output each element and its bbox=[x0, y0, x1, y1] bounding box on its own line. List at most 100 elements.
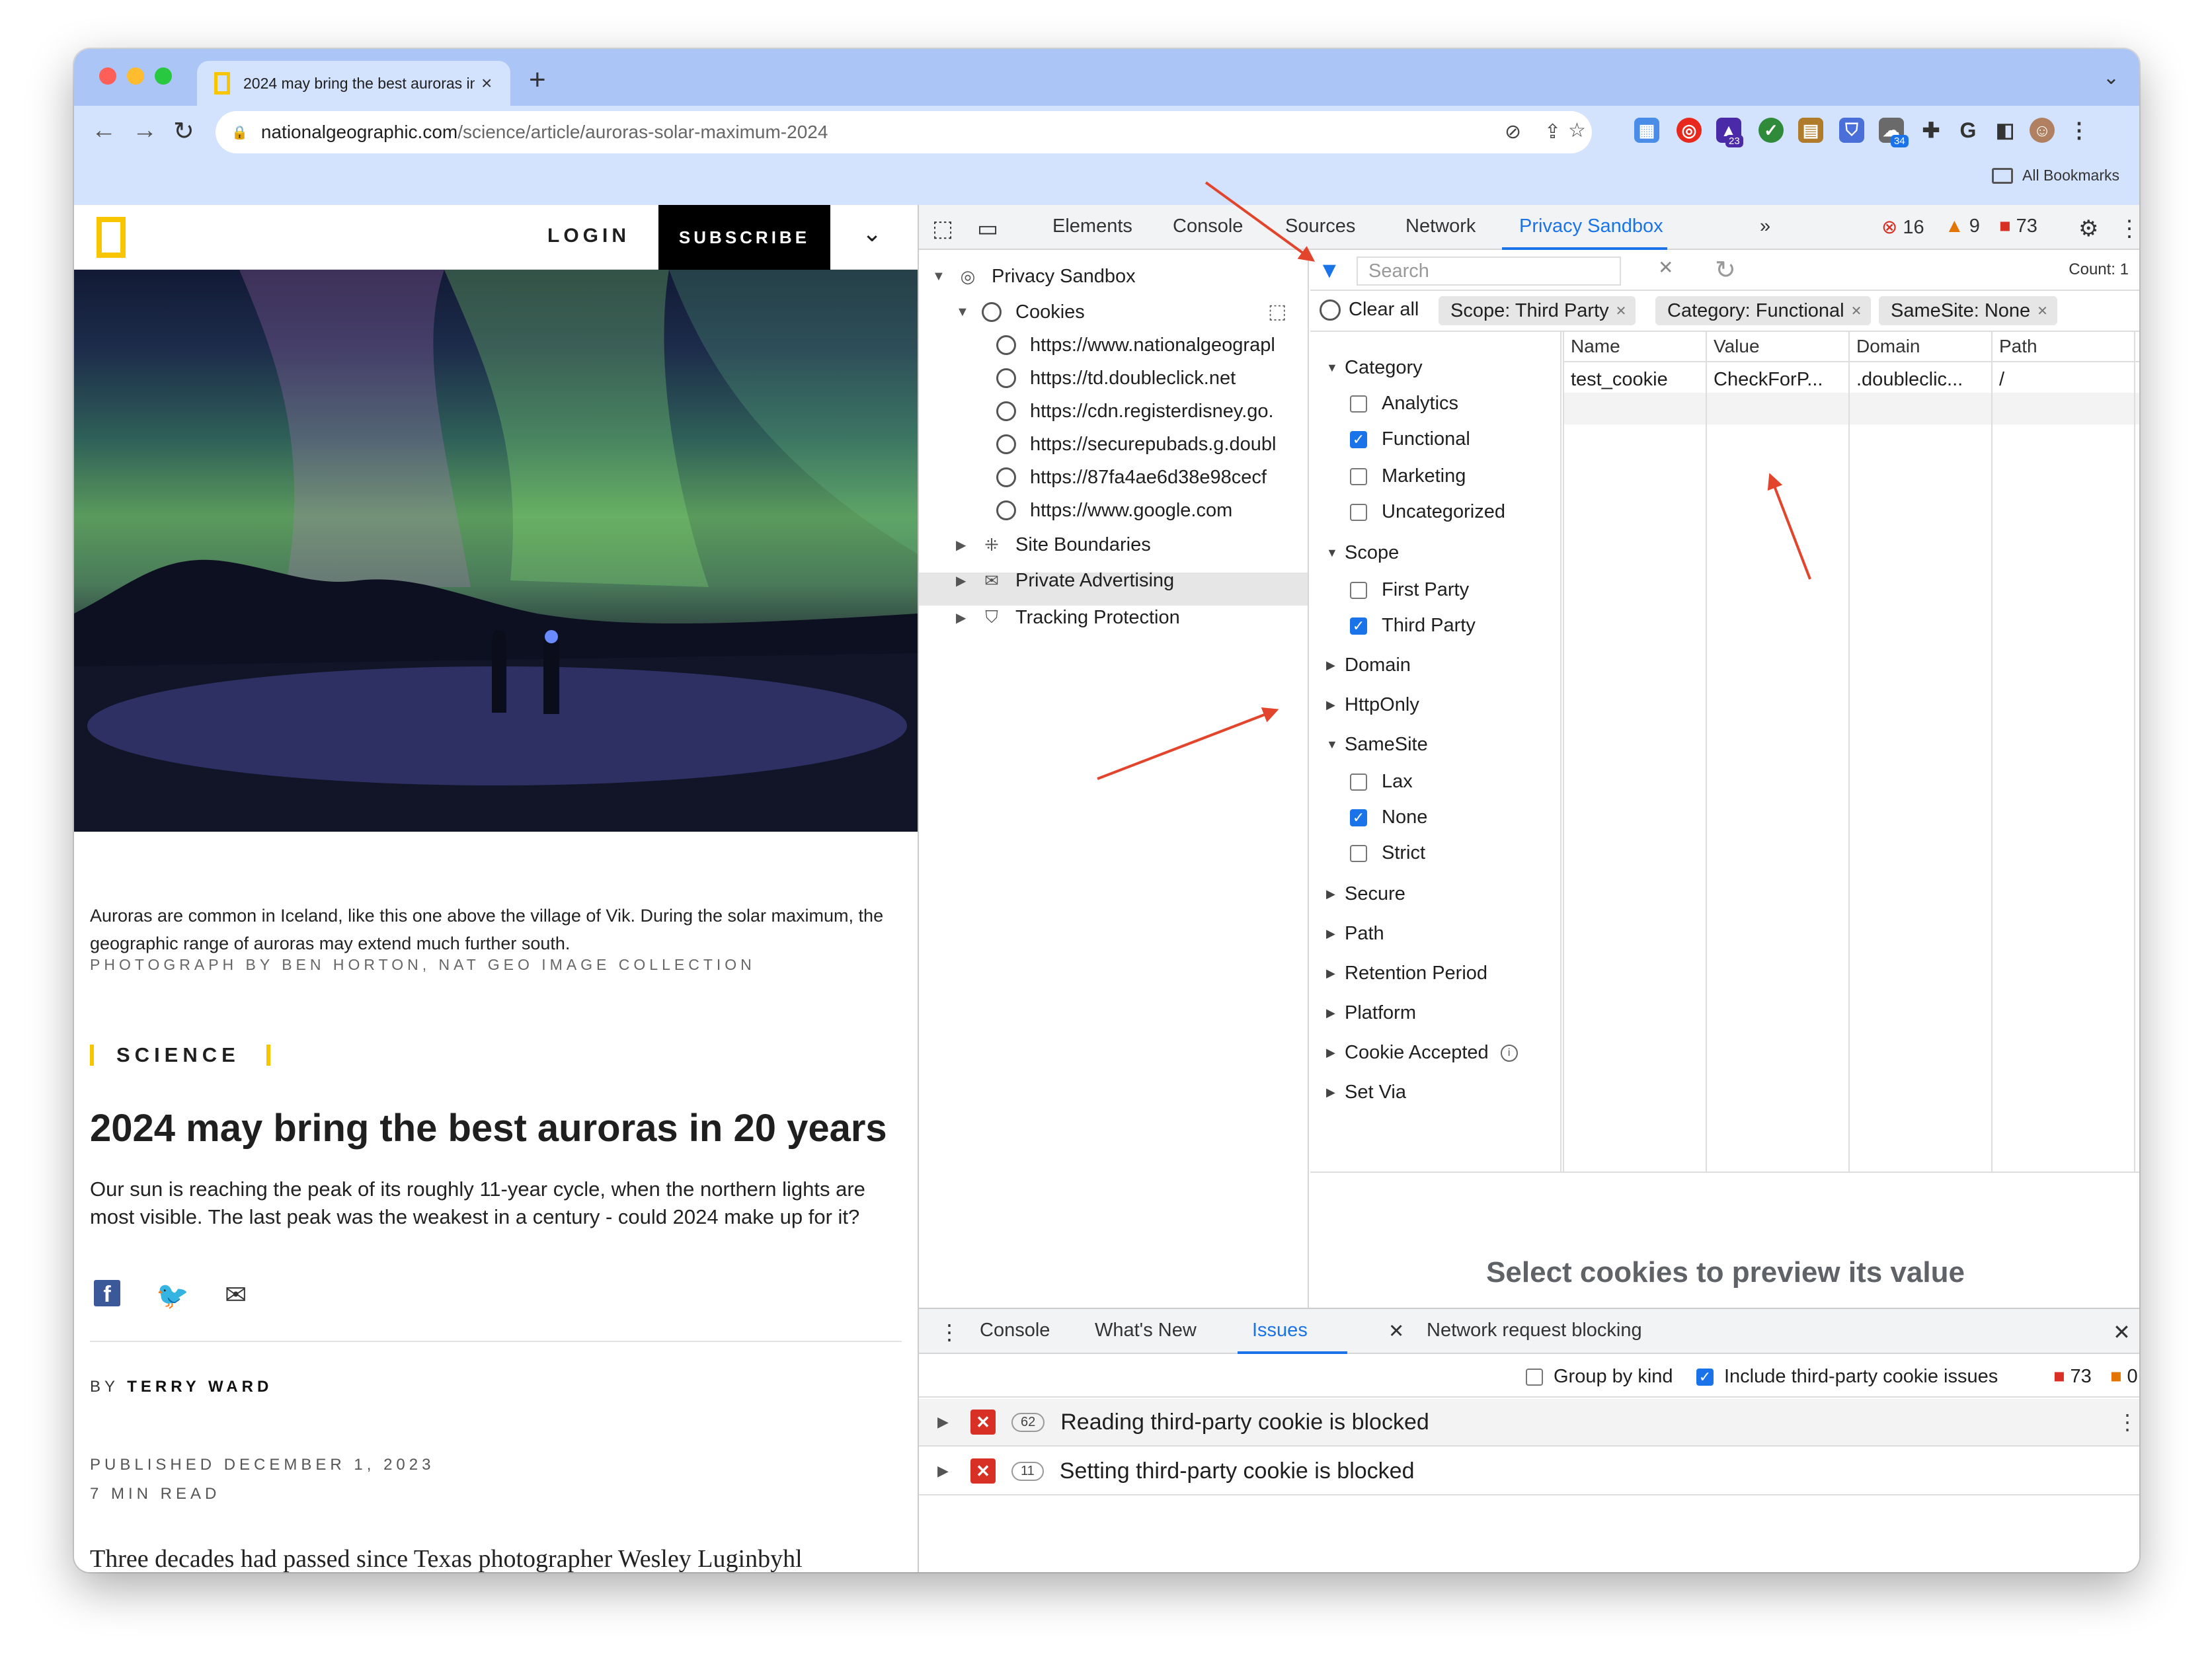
bookmark-star-icon[interactable]: ☆ bbox=[1568, 119, 1586, 142]
clear-search-icon[interactable]: ✕ bbox=[1658, 257, 1673, 278]
column-header-domain[interactable]: Domain bbox=[1856, 336, 1920, 357]
checkbox-checked[interactable]: ✓ bbox=[1696, 1368, 1714, 1386]
column-header-path[interactable]: Path bbox=[1999, 336, 2037, 357]
tree-item-private-advertising[interactable]: ▶ ✉ Private Advertising bbox=[956, 569, 1174, 592]
drawer-tab-issues[interactable]: Issues bbox=[1252, 1320, 1308, 1341]
facet-third-party[interactable]: ✓ Third Party bbox=[1350, 615, 1476, 637]
section-kicker[interactable]: SCIENCE bbox=[90, 1043, 270, 1067]
facet-uncategorized[interactable]: Uncategorized bbox=[1350, 501, 1505, 523]
email-icon[interactable]: ✉ bbox=[225, 1280, 247, 1311]
checkbox[interactable] bbox=[1350, 395, 1367, 413]
facet-httponly-header[interactable]: ▶ HttpOnly bbox=[1326, 694, 1419, 716]
tree-item-origin[interactable]: https://87fa4ae6d38e98cecf bbox=[994, 465, 1305, 489]
issue-row[interactable]: ▶ ✕ 11 Setting third-party cookie is blo… bbox=[919, 1448, 2139, 1495]
facet-samesite-header[interactable]: ▼ SameSite bbox=[1326, 734, 1428, 756]
tree-item-tracking-protection[interactable]: ▶ ⛉ Tracking Protection bbox=[956, 606, 1180, 629]
profile-avatar[interactable]: ☺ bbox=[2030, 118, 2055, 143]
checkbox[interactable] bbox=[1350, 503, 1367, 521]
twitter-icon[interactable]: 🐦 bbox=[156, 1280, 189, 1311]
facet-secure-header[interactable]: ▶ Secure bbox=[1326, 883, 1405, 905]
chip-remove-icon[interactable]: ✕ bbox=[2037, 303, 2048, 319]
facebook-icon[interactable]: f bbox=[94, 1280, 120, 1307]
filter-chip-scope[interactable]: Scope: Third Party ✕ bbox=[1439, 296, 1636, 325]
tree-item-origin[interactable]: https://cdn.registerdisney.go. bbox=[994, 399, 1305, 423]
section-label[interactable]: SCIENCE bbox=[116, 1043, 240, 1067]
all-bookmarks-button[interactable]: All Bookmarks bbox=[1992, 167, 2119, 184]
facet-domain-header[interactable]: ▶ Domain bbox=[1326, 655, 1411, 676]
tab-close-icon[interactable]: × bbox=[481, 73, 492, 94]
filter-chip-category[interactable]: Category: Functional ✕ bbox=[1655, 296, 1872, 325]
inspect-element-icon[interactable]: ⬚ bbox=[932, 216, 953, 242]
tab-sources[interactable]: Sources bbox=[1285, 216, 1355, 237]
natgeo-logo[interactable] bbox=[97, 217, 126, 258]
inspect-cookie-icon[interactable]: ⬚ bbox=[1268, 300, 1286, 323]
reload-icon[interactable]: ↻ bbox=[173, 116, 194, 146]
zoom-window-button[interactable] bbox=[155, 67, 172, 85]
facet-platform-header[interactable]: ▶ Platform bbox=[1326, 1002, 1416, 1024]
tree-item-cookies[interactable]: ▼ Cookies bbox=[956, 300, 1085, 324]
filter-chip-samesite[interactable]: SameSite: None ✕ bbox=[1879, 296, 2057, 325]
eye-off-icon[interactable]: ⊘ bbox=[1505, 120, 1521, 143]
chip-remove-icon[interactable]: ✕ bbox=[1616, 303, 1627, 319]
group-by-kind-option[interactable]: Group by kind bbox=[1526, 1366, 1673, 1388]
google-icon[interactable]: G bbox=[1955, 118, 1981, 143]
facet-cookie-accepted-header[interactable]: ▶ Cookie Accepted i bbox=[1326, 1042, 1518, 1064]
author-name[interactable]: TERRY WARD bbox=[127, 1378, 272, 1396]
info-icon[interactable]: i bbox=[1500, 1044, 1518, 1062]
cell-path[interactable]: / bbox=[1999, 369, 2004, 391]
back-icon[interactable]: ← bbox=[91, 116, 116, 145]
search-input[interactable]: Search bbox=[1357, 257, 1621, 286]
tree-item-origin[interactable]: https://securepubads.g.doubl bbox=[994, 432, 1305, 456]
checkbox[interactable] bbox=[1350, 773, 1367, 791]
settings-gear-icon[interactable]: ⚙ bbox=[2078, 216, 2098, 242]
extension-notebook-icon[interactable]: ▤ bbox=[1798, 118, 1823, 143]
facet-scope-header[interactable]: ▼ Scope bbox=[1326, 542, 1399, 564]
extension-shield-icon[interactable]: ⛉ bbox=[1839, 118, 1864, 143]
facet-strict[interactable]: Strict bbox=[1350, 842, 1425, 864]
login-link[interactable]: LOGIN bbox=[547, 225, 630, 247]
side-panel-icon[interactable]: ◧ bbox=[1993, 118, 2018, 143]
column-header-value[interactable]: Value bbox=[1714, 336, 1760, 357]
facet-none[interactable]: ✓ None bbox=[1350, 807, 1427, 828]
subscribe-button[interactable]: SUBSCRIBE bbox=[658, 205, 830, 270]
extension-adblock-icon[interactable]: ◎ bbox=[1677, 118, 1702, 143]
device-toolbar-icon[interactable]: ▭ bbox=[977, 216, 998, 242]
tree-item-origin[interactable]: https://td.doubleclick.net bbox=[994, 366, 1305, 390]
tab-privacy-sandbox[interactable]: Privacy Sandbox bbox=[1519, 216, 1663, 237]
chip-remove-icon[interactable]: ✕ bbox=[1851, 303, 1862, 319]
facet-analytics[interactable]: Analytics bbox=[1350, 393, 1458, 415]
tab-elements[interactable]: Elements bbox=[1052, 216, 1132, 237]
clear-all-button[interactable]: Clear all bbox=[1320, 299, 1419, 321]
facet-lax[interactable]: Lax bbox=[1350, 771, 1413, 793]
more-tabs-icon[interactable]: » bbox=[1760, 216, 1770, 237]
facet-path-header[interactable]: ▶ Path bbox=[1326, 923, 1384, 945]
issues-count[interactable]: ■ 73 bbox=[1999, 216, 2037, 237]
menu-chevron-icon[interactable]: ⌄ bbox=[862, 219, 882, 247]
facet-retention-header[interactable]: ▶ Retention Period bbox=[1326, 963, 1487, 984]
browser-menu-icon[interactable]: ⋮ bbox=[2067, 118, 2092, 143]
new-tab-button[interactable]: + bbox=[529, 63, 546, 97]
warning-count[interactable]: ▲ 9 bbox=[1945, 216, 1980, 237]
tree-item-privacy-sandbox[interactable]: ▼ ◎ Privacy Sandbox bbox=[932, 264, 1136, 288]
checkbox[interactable] bbox=[1350, 844, 1367, 862]
filter-funnel-icon[interactable]: ▼ bbox=[1318, 258, 1341, 284]
share-icon[interactable]: ⇪ bbox=[1544, 120, 1561, 143]
column-header-name[interactable]: Name bbox=[1571, 336, 1620, 357]
refresh-icon[interactable]: ↻ bbox=[1715, 255, 1736, 285]
facet-marketing[interactable]: Marketing bbox=[1350, 465, 1466, 487]
close-drawer-icon[interactable]: ✕ bbox=[2113, 1320, 2131, 1345]
drawer-tab-console[interactable]: Console bbox=[980, 1320, 1050, 1341]
checkbox[interactable] bbox=[1350, 581, 1367, 599]
forward-icon[interactable]: → bbox=[132, 116, 157, 145]
drawer-menu-icon[interactable]: ⋮ bbox=[939, 1320, 960, 1345]
drawer-tab-whats-new[interactable]: What's New bbox=[1095, 1320, 1197, 1341]
extension-check-icon[interactable]: ✓ bbox=[1758, 118, 1784, 143]
checkbox-checked[interactable]: ✓ bbox=[1350, 809, 1367, 826]
checkbox-checked[interactable]: ✓ bbox=[1350, 430, 1367, 448]
issue-menu-icon[interactable]: ⋮ bbox=[2117, 1410, 2138, 1435]
tab-console[interactable]: Console bbox=[1173, 216, 1243, 237]
close-window-button[interactable] bbox=[99, 67, 116, 85]
include-third-party-option[interactable]: ✓ Include third-party cookie issues bbox=[1696, 1366, 1998, 1388]
cell-name[interactable]: test_cookie bbox=[1571, 369, 1668, 391]
facet-first-party[interactable]: First Party bbox=[1350, 579, 1469, 601]
